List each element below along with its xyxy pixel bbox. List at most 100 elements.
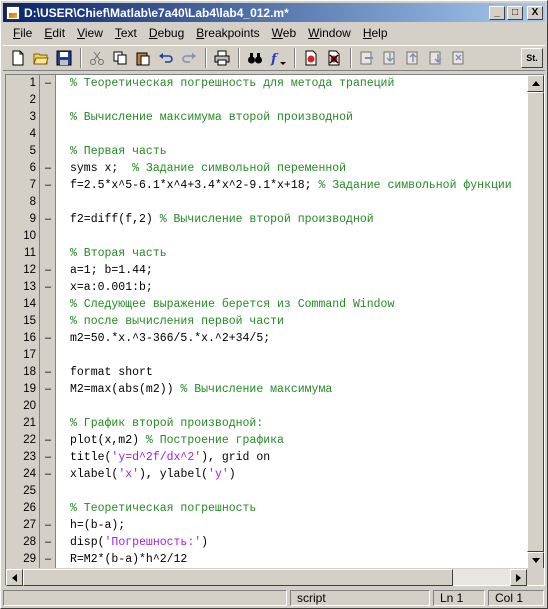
executable-line-marker[interactable] bbox=[43, 398, 53, 415]
code-line[interactable]: % Теоретическая погрешность bbox=[56, 500, 528, 517]
executable-line-marker[interactable]: – bbox=[43, 517, 53, 534]
executable-line-marker[interactable] bbox=[43, 245, 53, 262]
close-button[interactable]: X bbox=[527, 5, 543, 20]
code-line[interactable]: title('y=d^2f/dx^2'), grid on bbox=[56, 449, 528, 466]
code-line[interactable]: R=M2*(b-a)*h^2/12 bbox=[56, 551, 528, 568]
code-line[interactable]: a=1; b=1.44; bbox=[56, 262, 528, 279]
horizontal-scroll-thumb[interactable] bbox=[23, 569, 453, 586]
exit-debug-button[interactable] bbox=[448, 47, 470, 69]
menu-view[interactable]: View bbox=[71, 24, 109, 42]
scroll-down-button[interactable] bbox=[527, 552, 544, 569]
code-line[interactable]: f2=diff(f,2) % Вычисление второй произво… bbox=[56, 211, 528, 228]
stack-dropdown[interactable]: St. bbox=[521, 48, 543, 68]
menu-text[interactable]: Text bbox=[109, 24, 143, 42]
step-in-button[interactable] bbox=[379, 47, 401, 69]
code-line[interactable]: h=(b-a); bbox=[56, 517, 528, 534]
code-line[interactable] bbox=[56, 126, 528, 143]
executable-line-marker[interactable]: – bbox=[43, 381, 53, 398]
code-line[interactable]: % Первая часть bbox=[56, 143, 528, 160]
code-line[interactable] bbox=[56, 347, 528, 364]
paste-button[interactable] bbox=[132, 47, 154, 69]
menu-help[interactable]: Help bbox=[357, 24, 394, 42]
executable-line-marker[interactable]: – bbox=[43, 211, 53, 228]
code-line[interactable] bbox=[56, 483, 528, 500]
open-file-button[interactable] bbox=[30, 47, 52, 69]
executable-line-marker[interactable] bbox=[43, 109, 53, 126]
executable-line-marker[interactable] bbox=[43, 143, 53, 160]
executable-line-marker[interactable] bbox=[43, 194, 53, 211]
code-line[interactable]: plot(x,m2) % Построение графика bbox=[56, 432, 528, 449]
clear-breakpoints-button[interactable] bbox=[323, 47, 345, 69]
maximize-button[interactable]: □ bbox=[507, 5, 523, 20]
code-line[interactable]: disp('Погрешность:') bbox=[56, 534, 528, 551]
executable-line-marker[interactable]: – bbox=[43, 330, 53, 347]
executable-line-marker[interactable]: – bbox=[43, 432, 53, 449]
code-line[interactable] bbox=[56, 194, 528, 211]
scroll-right-button[interactable] bbox=[510, 569, 527, 586]
redo-button[interactable] bbox=[178, 47, 200, 69]
executable-line-marker[interactable]: – bbox=[43, 75, 53, 92]
code-line[interactable]: syms x; % Задание символьной переменной bbox=[56, 160, 528, 177]
code-line[interactable]: xlabel('x'), ylabel('y') bbox=[56, 466, 528, 483]
code-line[interactable]: format short bbox=[56, 364, 528, 381]
code-line[interactable]: % Следующее выражение берется из Command… bbox=[56, 296, 528, 313]
vertical-scrollbar[interactable] bbox=[527, 75, 544, 569]
code-area[interactable]: % Теоретическая погрешность для метода т… bbox=[56, 75, 528, 569]
executable-line-marker[interactable] bbox=[43, 415, 53, 432]
continue-button[interactable] bbox=[425, 47, 447, 69]
vertical-scroll-thumb[interactable] bbox=[527, 92, 544, 552]
cut-button[interactable] bbox=[86, 47, 108, 69]
executable-line-marker[interactable]: – bbox=[43, 279, 53, 296]
code-line[interactable]: M2=max(abs(m2)) % Вычисление максимума bbox=[56, 381, 528, 398]
save-button[interactable] bbox=[53, 47, 75, 69]
executable-line-marker[interactable] bbox=[43, 296, 53, 313]
code-line[interactable]: % Вторая часть bbox=[56, 245, 528, 262]
executable-line-marker[interactable]: – bbox=[43, 364, 53, 381]
code-line[interactable] bbox=[56, 92, 528, 109]
code-line[interactable]: x=a:0.001:b; bbox=[56, 279, 528, 296]
code-line[interactable]: % Теоретическая погрешность для метода т… bbox=[56, 75, 528, 92]
step-out-button[interactable] bbox=[402, 47, 424, 69]
print-button[interactable] bbox=[211, 47, 233, 69]
executable-line-marker[interactable]: – bbox=[43, 449, 53, 466]
menu-breakpoints[interactable]: Breakpoints bbox=[190, 24, 265, 42]
executable-line-marker[interactable] bbox=[43, 500, 53, 517]
executable-line-marker[interactable] bbox=[43, 126, 53, 143]
executable-line-marker[interactable] bbox=[43, 347, 53, 364]
menu-file[interactable]: File bbox=[7, 24, 38, 42]
set-breakpoint-button[interactable] bbox=[300, 47, 322, 69]
executable-line-marker[interactable]: – bbox=[43, 551, 53, 568]
menu-window[interactable]: Window bbox=[302, 24, 357, 42]
executable-line-marker[interactable] bbox=[43, 313, 53, 330]
code-editor[interactable]: 1 2 3 4 5 6 7 8 9 10 11 12 13 14 15 16 17 18 19 20 21 22 23 24 2… bbox=[5, 74, 545, 586]
executable-line-marker[interactable]: – bbox=[43, 177, 53, 194]
step-button[interactable] bbox=[356, 47, 378, 69]
code-line[interactable] bbox=[56, 398, 528, 415]
executable-line-marker[interactable] bbox=[43, 228, 53, 245]
code-line[interactable] bbox=[56, 228, 528, 245]
executable-line-marker[interactable]: – bbox=[43, 466, 53, 483]
minimize-button[interactable]: _ bbox=[489, 5, 505, 20]
code-line[interactable]: m2=50.*x.^3-366/5.*x.^2+34/5; bbox=[56, 330, 528, 347]
new-file-button[interactable] bbox=[7, 47, 29, 69]
function-button[interactable]: f bbox=[267, 47, 289, 69]
title-bar[interactable]: D:\USER\Chief\Matlab\e7a40\Lab4\lab4_012… bbox=[3, 3, 545, 22]
menu-edit[interactable]: Edit bbox=[38, 24, 71, 42]
menu-web[interactable]: Web bbox=[266, 24, 302, 42]
code-line[interactable]: f=2.5*x^5-6.1*x^4+3.4*x^2-9.1*x+18; % За… bbox=[56, 177, 528, 194]
executable-line-marker[interactable]: – bbox=[43, 160, 53, 177]
copy-button[interactable] bbox=[109, 47, 131, 69]
executable-line-marker[interactable] bbox=[43, 92, 53, 109]
breakpoint-column[interactable]: – – – – – – – – – – – – – – – bbox=[40, 75, 56, 569]
menu-debug[interactable]: Debug bbox=[143, 24, 190, 42]
executable-line-marker[interactable]: – bbox=[43, 534, 53, 551]
code-line[interactable]: % Вычисление максимума второй производно… bbox=[56, 109, 528, 126]
horizontal-scrollbar[interactable] bbox=[6, 568, 527, 586]
scroll-up-button[interactable] bbox=[527, 75, 544, 92]
undo-button[interactable] bbox=[155, 47, 177, 69]
code-line[interactable]: % График второй производной: bbox=[56, 415, 528, 432]
code-line[interactable]: % после вычисления первой части bbox=[56, 313, 528, 330]
executable-line-marker[interactable] bbox=[43, 483, 53, 500]
find-button[interactable] bbox=[244, 47, 266, 69]
scroll-left-button[interactable] bbox=[6, 569, 23, 586]
